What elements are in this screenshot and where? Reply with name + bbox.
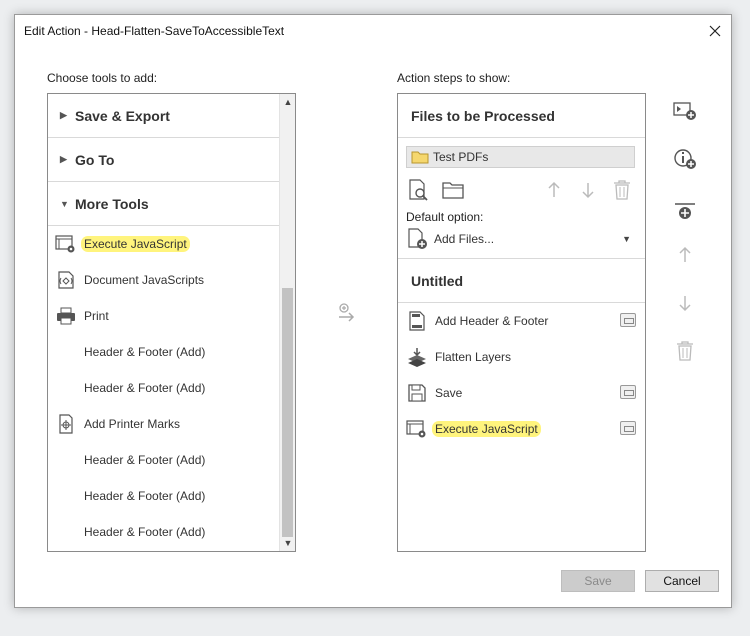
collapsed-arrow-icon: ▶ xyxy=(60,154,67,164)
tool-add-printer-marks[interactable]: Add Printer Marks xyxy=(48,406,280,442)
move-step-up-button[interactable] xyxy=(671,241,699,269)
add-file-search-button[interactable] xyxy=(406,178,432,202)
save-button[interactable]: Save xyxy=(561,570,635,592)
section-title: Untitled xyxy=(398,259,645,303)
tool-label: Document JavaScripts xyxy=(84,273,205,287)
arrow-down-icon xyxy=(582,183,594,199)
dropdown-arrow-icon: ▼ xyxy=(622,234,631,244)
printer-marks-icon xyxy=(55,413,77,435)
tool-label: Header & Footer (Add) xyxy=(84,525,206,539)
delete-file-button[interactable] xyxy=(610,178,634,202)
file-item[interactable]: Test PDFs xyxy=(406,146,635,168)
add-folder-button[interactable] xyxy=(440,178,466,202)
separator-add-icon xyxy=(675,203,695,219)
step-options-icon[interactable] xyxy=(620,421,636,435)
expanded-arrow-icon: ▼ xyxy=(60,198,69,209)
tool-print[interactable]: Print xyxy=(48,298,280,334)
arrow-up-icon xyxy=(679,246,691,262)
tool-label: Header & Footer (Add) xyxy=(84,381,206,395)
step-label: Execute JavaScript xyxy=(432,421,541,437)
execute-javascript-icon xyxy=(406,418,428,440)
title-bar: Edit Action - Head-Flatten-SaveToAccessi… xyxy=(15,15,731,47)
tool-label: Header & Footer (Add) xyxy=(84,489,206,503)
tool-header-footer-add[interactable]: Header & Footer (Add) xyxy=(48,334,280,370)
tools-scrollbar[interactable]: ▲ ▼ xyxy=(279,94,295,551)
step-add-header-footer[interactable]: Add Header & Footer xyxy=(398,303,645,339)
tools-list: ▶ Save & Export ▶ Go To ▼ More Tools Exe… xyxy=(47,93,296,552)
group-label: More Tools xyxy=(75,195,149,212)
add-files-label: Add Files... xyxy=(434,232,495,246)
tool-header-footer-add[interactable]: Header & Footer (Add) xyxy=(48,478,280,514)
scroll-up-icon[interactable]: ▲ xyxy=(280,94,295,110)
files-area: Test PDFs Default option: Add Files... ▼ xyxy=(398,138,645,259)
printer-icon xyxy=(55,305,77,327)
file-search-icon xyxy=(409,179,428,201)
group-save-export[interactable]: ▶ Save & Export xyxy=(48,94,280,138)
delete-step-button[interactable] xyxy=(671,337,699,365)
folder-icon xyxy=(411,151,429,164)
tool-label: Header & Footer (Add) xyxy=(84,453,206,467)
step-execute-javascript[interactable]: Execute JavaScript xyxy=(398,411,645,447)
arrow-down-icon xyxy=(679,296,691,312)
files-header: Files to be Processed xyxy=(398,94,645,138)
file-item-label: Test PDFs xyxy=(433,150,489,164)
tool-header-footer-add[interactable]: Header & Footer (Add) xyxy=(48,442,280,478)
tool-document-javascripts[interactable]: Document JavaScripts xyxy=(48,262,280,298)
action-steps-list: Files to be Processed Test PDFs Default … xyxy=(397,93,646,552)
document-javascripts-icon xyxy=(55,269,77,291)
arrow-up-icon xyxy=(548,181,560,197)
dialog-title: Edit Action - Head-Flatten-SaveToAccessi… xyxy=(24,24,285,38)
trash-icon xyxy=(677,341,693,361)
action-steps-label: Action steps to show: xyxy=(397,71,511,85)
save-icon xyxy=(406,382,428,404)
info-add-icon xyxy=(674,149,696,169)
edit-action-dialog: Edit Action - Head-Flatten-SaveToAccessi… xyxy=(14,14,732,608)
header-footer-icon xyxy=(406,310,428,332)
tool-execute-javascript[interactable]: Execute JavaScript xyxy=(48,226,280,262)
insert-step-icon xyxy=(673,102,696,120)
add-tool-button[interactable] xyxy=(333,299,361,327)
flatten-layers-icon xyxy=(406,346,428,368)
tool-label: Add Printer Marks xyxy=(84,417,181,431)
add-files-dropdown[interactable]: Add Files... ▼ xyxy=(406,226,635,252)
insert-step-button[interactable] xyxy=(671,97,699,125)
add-panel-separator-button[interactable] xyxy=(671,197,699,225)
cancel-button[interactable]: Cancel xyxy=(645,570,719,592)
move-step-down-button[interactable] xyxy=(671,289,699,317)
tool-header-footer-add[interactable]: Header & Footer (Add) xyxy=(48,514,280,550)
step-save[interactable]: Save xyxy=(398,375,645,411)
step-flatten-layers[interactable]: Flatten Layers xyxy=(398,339,645,375)
step-label: Flatten Layers xyxy=(435,350,512,364)
group-more-tools[interactable]: ▼ More Tools xyxy=(48,182,280,226)
add-arrow-icon xyxy=(339,303,355,322)
collapsed-arrow-icon: ▶ xyxy=(60,110,67,120)
step-options-icon[interactable] xyxy=(620,385,636,399)
group-label: Go To xyxy=(75,151,115,168)
group-go-to[interactable]: ▶ Go To xyxy=(48,138,280,182)
move-down-button[interactable] xyxy=(578,178,598,202)
scroll-down-icon[interactable]: ▼ xyxy=(280,535,295,551)
step-label: Add Header & Footer xyxy=(435,314,549,328)
tool-label: Execute JavaScript xyxy=(81,236,190,252)
trash-icon xyxy=(614,180,630,200)
close-button[interactable] xyxy=(701,17,729,45)
move-up-button[interactable] xyxy=(544,178,564,202)
step-label: Save xyxy=(435,386,463,400)
tool-label: Header & Footer (Add) xyxy=(84,345,206,359)
add-file-icon xyxy=(408,228,427,249)
scrollbar-thumb[interactable] xyxy=(282,288,293,537)
group-label: Save & Export xyxy=(75,107,170,124)
step-options-icon[interactable] xyxy=(620,313,636,327)
tool-label: Print xyxy=(84,309,109,323)
execute-javascript-icon xyxy=(55,233,77,255)
add-instruction-button[interactable] xyxy=(671,145,699,173)
folder-outline-icon xyxy=(442,182,464,199)
close-icon xyxy=(709,25,721,37)
default-option-label: Default option: xyxy=(406,210,484,224)
tool-header-footer-add[interactable]: Header & Footer (Add) xyxy=(48,370,280,406)
choose-tools-label: Choose tools to add: xyxy=(47,71,158,85)
